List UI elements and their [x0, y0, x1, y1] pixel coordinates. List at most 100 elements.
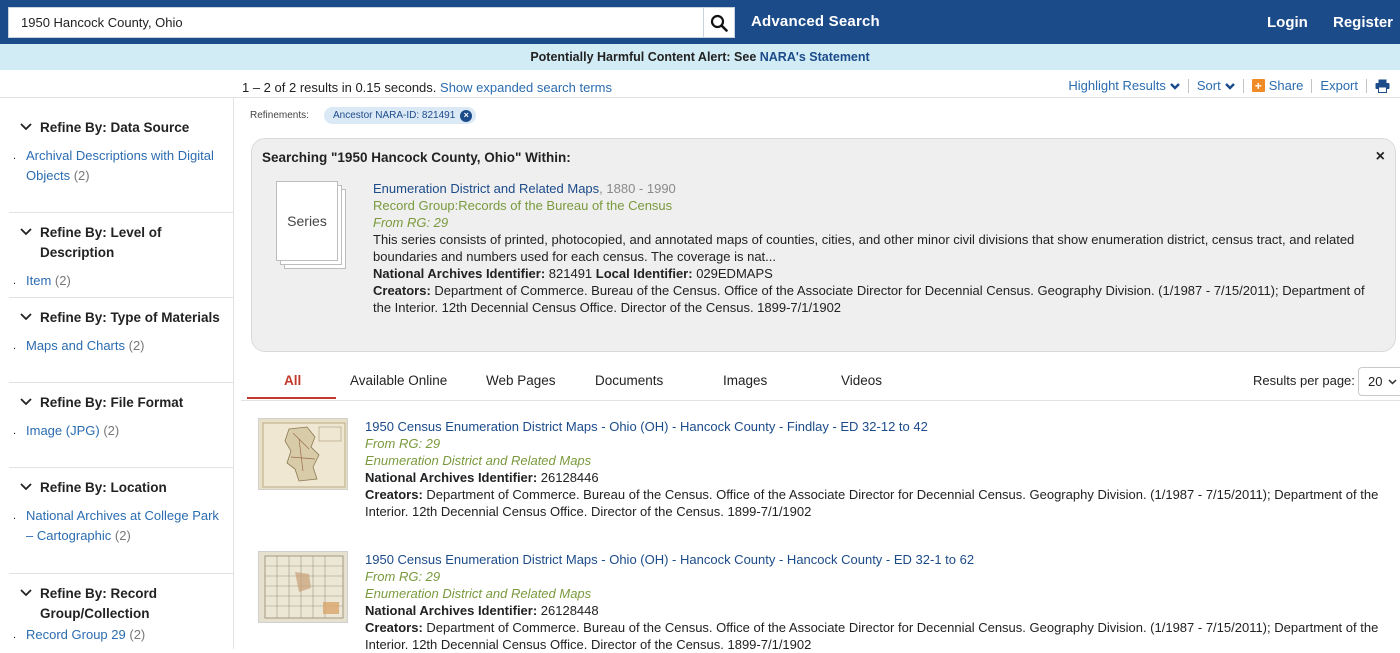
export-button[interactable]: Export [1320, 78, 1358, 93]
divider [1242, 78, 1244, 93]
from-rg: From RG: 29 [365, 436, 441, 451]
chevron-down-icon [20, 228, 32, 236]
divider [9, 573, 233, 574]
refinements-label: Refinements: [250, 110, 309, 121]
show-expanded-search-terms-link[interactable]: Show expanded search terms [440, 80, 612, 95]
facet-option[interactable]: . Record Group 29 (2) [0, 625, 234, 645]
tab-documents[interactable]: Documents [595, 364, 663, 398]
chevron-down-icon [20, 313, 32, 321]
creators-label: Creators: [373, 283, 431, 298]
series-thumbnail[interactable]: Series [276, 181, 348, 271]
facet-title: Refine By: Record Group/Collection [40, 586, 158, 621]
tab-images[interactable]: Images [723, 364, 767, 398]
divider [9, 297, 233, 298]
divider [1366, 78, 1367, 93]
facet-option[interactable]: . National Archives at College Park – Car… [0, 506, 234, 546]
nai-label: National Archives Identifier: [365, 603, 538, 618]
nai-label: National Archives Identifier: [373, 266, 546, 281]
facet-option-count: (2) [114, 528, 131, 543]
series-title-link[interactable]: Enumeration District and Related Maps [373, 181, 599, 196]
active-tab-indicator [247, 397, 336, 399]
search-input[interactable] [8, 7, 704, 38]
result-title-link[interactable]: 1950 Census Enumeration District Maps - … [365, 552, 974, 567]
facet-level-of-description: Refine By: Level of Description . Item (2… [0, 223, 234, 291]
record-group: Record Group:Records of the Bureau of th… [373, 198, 673, 213]
sort-button[interactable]: Sort [1197, 78, 1235, 93]
result-details: 1950 Census Enumeration District Maps - … [365, 418, 1395, 520]
highlight-results-button[interactable]: Highlight Results [1068, 78, 1180, 93]
top-bar: Advanced Search Login Register [0, 0, 1400, 44]
divider [9, 467, 233, 468]
facet-toggle[interactable]: Refine By: Level of Description [0, 223, 234, 263]
identifiers: National Archives Identifier: 821491 Loc… [373, 265, 1383, 282]
facet-file-format: Refine By: File Format . Image (JPG) (2) [0, 393, 234, 441]
result-details: 1950 Census Enumeration District Maps - … [365, 551, 1395, 653]
chevron-down-icon [20, 483, 32, 491]
nai-label: National Archives Identifier: [365, 470, 538, 485]
tab-videos[interactable]: Videos [841, 364, 882, 398]
print-button[interactable] [1375, 79, 1390, 93]
result-thumbnail[interactable] [258, 418, 348, 490]
remove-refinement-icon[interactable]: × [460, 109, 473, 122]
chevron-down-icon [20, 123, 32, 131]
facet-option-label: Archival Descriptions with Digital Objec… [26, 148, 214, 183]
facet-toggle[interactable]: Refine By: Record Group/Collection [0, 584, 234, 624]
from-rg: From RG: 29 [373, 215, 449, 230]
advanced-search-link[interactable]: Advanced Search [751, 13, 880, 30]
facet-option[interactable]: . Maps and Charts (2) [0, 336, 234, 356]
facet-title: Refine By: Level of Description [40, 225, 162, 260]
tab-all[interactable]: All [284, 364, 301, 398]
nai-value: 26128448 [537, 603, 599, 618]
local-id-value: 029EDMAPS [692, 266, 773, 281]
search-icon [710, 14, 728, 32]
divider [1187, 78, 1189, 93]
result-actions: Highlight Results Sort + Share Export [1068, 78, 1390, 93]
facet-title: Refine By: Data Source [40, 120, 190, 135]
register-link[interactable]: Register [1333, 14, 1393, 31]
facet-option[interactable]: . Archival Descriptions with Digital Obje… [0, 146, 234, 186]
creators-value: Department of Commerce. Bureau of the Ce… [365, 487, 1379, 519]
creators-label: Creators: [365, 487, 423, 502]
search-button[interactable] [704, 7, 735, 38]
result-title-link[interactable]: 1950 Census Enumeration District Maps - … [365, 419, 928, 434]
facet-toggle[interactable]: Refine By: Location [0, 478, 234, 498]
highlight-results-label: Highlight Results [1068, 78, 1166, 93]
local-id-label: Local Identifier: [595, 266, 693, 281]
facet-option[interactable]: . Image (JPG) (2) [0, 421, 234, 441]
refine-sidebar: Refine By: Data Source . Archival Descrip… [0, 98, 234, 649]
result-thumbnail[interactable] [258, 551, 348, 623]
series-description: This series consists of printed, photoco… [373, 232, 1355, 264]
results-per-page-label: Results per page: [1253, 373, 1355, 388]
search-within-card: Searching "1950 Hancock County, Ohio" Wi… [251, 138, 1396, 352]
bullet: . [13, 629, 17, 641]
divider [241, 400, 1400, 401]
series-details: Enumeration District and Related Maps, 1… [373, 180, 1383, 316]
refinement-chip[interactable]: Ancestor NARA-ID: 821491 × [324, 107, 477, 124]
tab-web-pages[interactable]: Web Pages [486, 364, 556, 398]
facet-option[interactable]: . Item (2) [0, 271, 234, 291]
close-icon[interactable]: × [1376, 148, 1385, 166]
share-button[interactable]: + Share [1251, 78, 1303, 93]
results-per-page-select[interactable]: 20 [1358, 367, 1400, 396]
facet-option-count: (2) [128, 338, 145, 353]
identifier: National Archives Identifier: 26128448 [365, 602, 1395, 619]
nara-statement-link[interactable]: NARA's Statement [760, 50, 870, 64]
bullet: . [13, 510, 17, 522]
map-thumbnail-image [259, 419, 347, 489]
facet-toggle[interactable]: Refine By: File Format [0, 393, 234, 413]
login-link[interactable]: Login [1267, 14, 1308, 31]
tab-available-online[interactable]: Available Online [350, 364, 447, 398]
facet-location: Refine By: Location . National Archives a… [0, 478, 234, 546]
nai-value: 821491 [545, 266, 596, 281]
facet-option-label: Item [26, 273, 52, 288]
creators: Creators: Department of Commerce. Bureau… [365, 619, 1395, 653]
result-tabs: All Available Online Web Pages Documents… [247, 364, 1400, 400]
creators: Creators: Department of Commerce. Bureau… [365, 486, 1395, 520]
creators-label: Creators: [365, 620, 423, 635]
facet-toggle[interactable]: Refine By: Data Source [0, 118, 234, 138]
alert-text: Potentially Harmful Content Alert: See [530, 50, 760, 64]
nai-value: 26128446 [537, 470, 599, 485]
results-count: 1 – 2 of 2 results in 0.15 seconds. [242, 80, 437, 95]
from-rg: From RG: 29 [365, 569, 441, 584]
facet-toggle[interactable]: Refine By: Type of Materials [0, 308, 234, 328]
